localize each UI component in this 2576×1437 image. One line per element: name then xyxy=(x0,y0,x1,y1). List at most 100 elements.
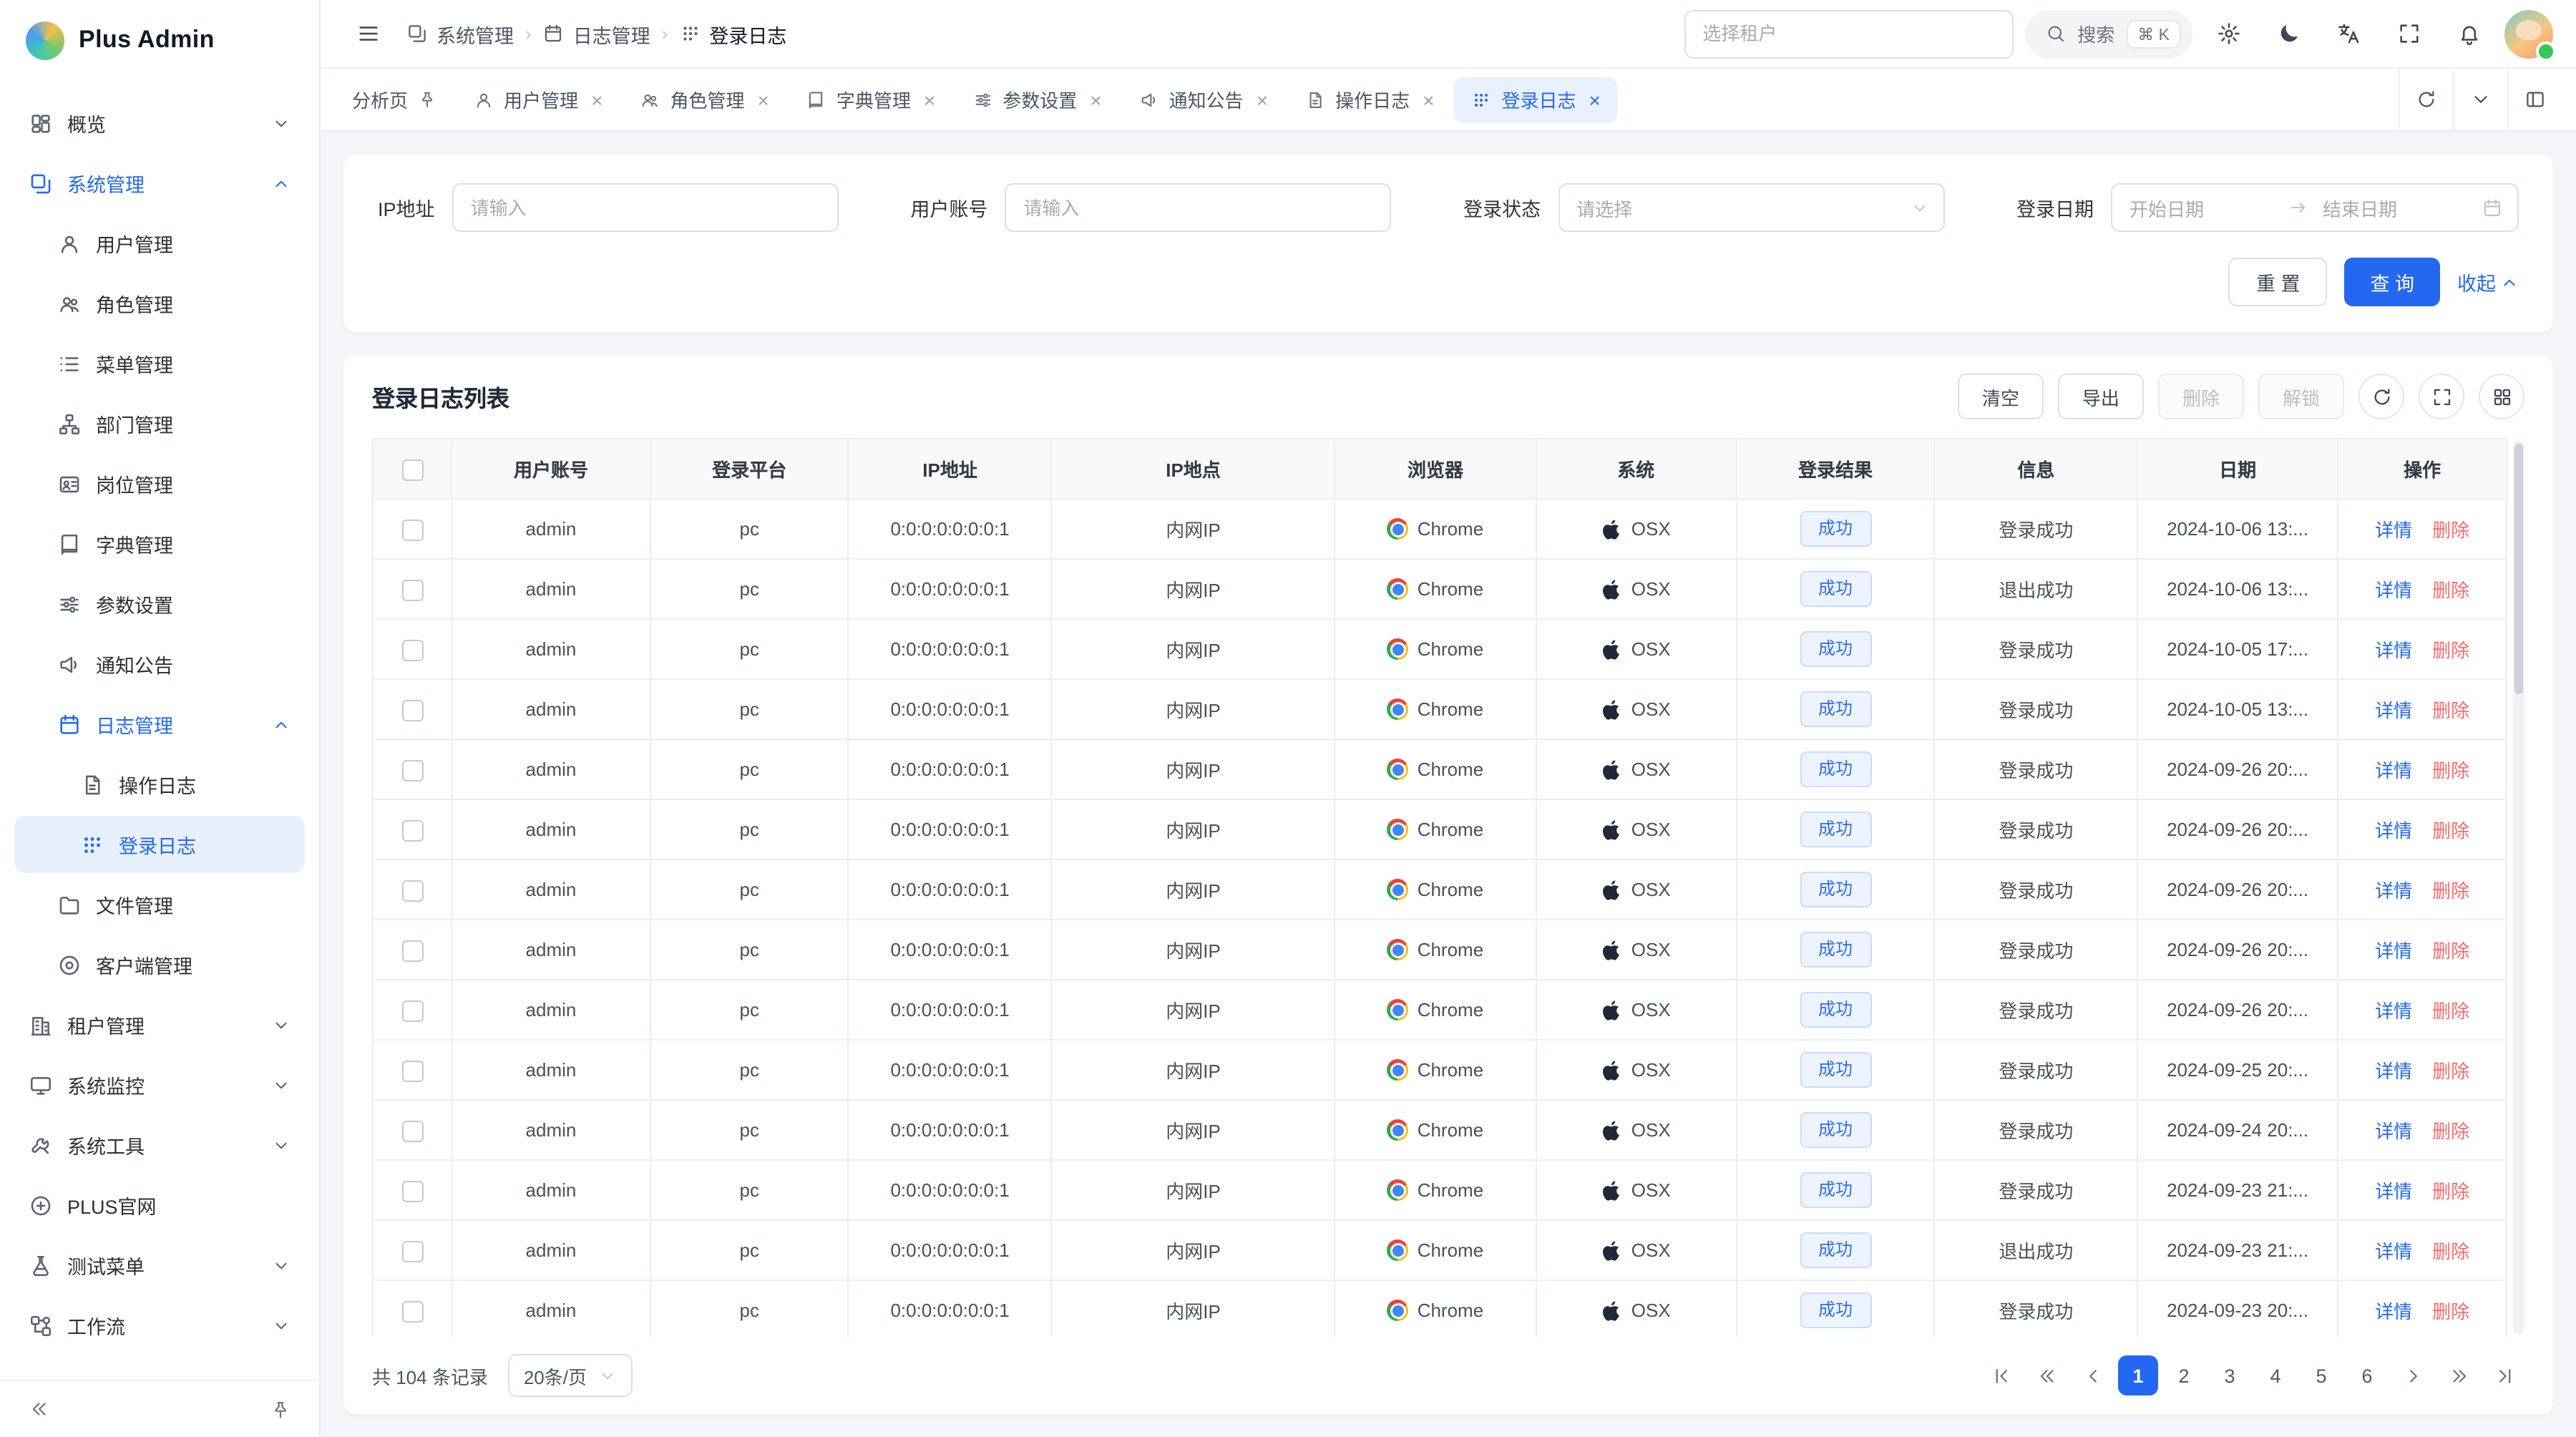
filter-select-status[interactable]: 请选择 xyxy=(1558,183,1944,232)
toolbar-export-button[interactable]: 导出 xyxy=(2058,374,2144,419)
row-checkbox[interactable] xyxy=(401,1120,423,1141)
delete-link[interactable]: 删除 xyxy=(2432,1061,2469,1082)
page-2-button[interactable]: 2 xyxy=(2164,1355,2204,1395)
sidebar-item-system-management[interactable]: 系统管理 xyxy=(14,155,305,212)
delete-link[interactable]: 删除 xyxy=(2432,520,2469,541)
tab-param-settings[interactable]: 参数设置× xyxy=(955,77,1118,122)
page-3-button[interactable]: 3 xyxy=(2210,1355,2250,1395)
sidebar-item-role-management[interactable]: 角色管理 xyxy=(14,275,305,332)
sidebar-item-system-tools[interactable]: 系统工具 xyxy=(14,1116,305,1174)
query-button[interactable]: 查 询 xyxy=(2344,258,2440,306)
sidebar-item-log-management[interactable]: 日志管理 xyxy=(14,696,305,753)
tab-role-management[interactable]: 角色管理× xyxy=(623,77,786,122)
table-refresh-button[interactable] xyxy=(2358,374,2404,419)
settings-button[interactable] xyxy=(2204,9,2253,58)
next-page-button[interactable] xyxy=(2393,1355,2433,1395)
row-checkbox[interactable] xyxy=(401,940,423,961)
toolbar-unlock-button[interactable]: 解锁 xyxy=(2258,374,2344,419)
tab-close-icon[interactable]: × xyxy=(1423,89,1434,109)
tab-login-log[interactable]: 登录日志× xyxy=(1454,77,1617,122)
tabs-refresh-button[interactable] xyxy=(2399,69,2453,130)
sidebar-item-file-management[interactable]: 文件管理 xyxy=(14,876,305,933)
sidebar-item-plus-website[interactable]: PLUS官网 xyxy=(14,1177,305,1234)
sidebar-item-dept-management[interactable]: 部门管理 xyxy=(14,395,305,452)
notifications-button[interactable] xyxy=(2444,9,2493,58)
row-checkbox[interactable] xyxy=(401,1180,423,1202)
page-6-button[interactable]: 6 xyxy=(2347,1355,2387,1395)
detail-link[interactable]: 详情 xyxy=(2375,580,2412,601)
detail-link[interactable]: 详情 xyxy=(2375,520,2412,541)
delete-link[interactable]: 删除 xyxy=(2432,1000,2469,1022)
tab-close-icon[interactable]: × xyxy=(924,89,935,109)
breadcrumb-item-1[interactable]: 日志管理 xyxy=(543,19,650,48)
delete-link[interactable]: 删除 xyxy=(2432,700,2469,721)
sidebar-item-system-monitor[interactable]: 系统监控 xyxy=(14,1056,305,1114)
select-all-checkbox[interactable] xyxy=(401,459,423,480)
menu-toggle-button[interactable] xyxy=(343,9,392,58)
last-page-button[interactable] xyxy=(2484,1355,2524,1395)
scrollbar-thumb[interactable] xyxy=(2514,444,2523,693)
row-checkbox[interactable] xyxy=(401,1000,423,1021)
sidebar-item-overview[interactable]: 概览 xyxy=(14,94,305,152)
detail-link[interactable]: 详情 xyxy=(2375,760,2412,781)
row-checkbox[interactable] xyxy=(401,1240,423,1262)
breadcrumb-item-0[interactable]: 系统管理 xyxy=(406,19,514,48)
row-checkbox[interactable] xyxy=(401,880,423,901)
detail-link[interactable]: 详情 xyxy=(2375,700,2412,721)
row-checkbox[interactable] xyxy=(401,819,423,841)
sidebar-item-client-management[interactable]: 客户端管理 xyxy=(14,936,305,993)
delete-link[interactable]: 删除 xyxy=(2432,1121,2469,1142)
tab-operation-log[interactable]: 操作日志× xyxy=(1288,77,1451,122)
tab-user-management[interactable]: 用户管理× xyxy=(457,77,620,122)
prev-page-button[interactable] xyxy=(2072,1355,2112,1395)
detail-link[interactable]: 详情 xyxy=(2375,880,2412,902)
page-size-select[interactable]: 20条/页 xyxy=(508,1354,633,1397)
toolbar-clear-button[interactable]: 清空 xyxy=(1958,374,2044,419)
detail-link[interactable]: 详情 xyxy=(2375,940,2412,962)
first-page-button[interactable] xyxy=(1981,1355,2021,1395)
sidebar-item-test-menu[interactable]: 测试菜单 xyxy=(14,1237,305,1294)
tabs-menu-button[interactable] xyxy=(2453,69,2507,130)
sidebar-item-post-management[interactable]: 岗位管理 xyxy=(14,455,305,512)
row-checkbox[interactable] xyxy=(401,579,423,600)
delete-link[interactable]: 删除 xyxy=(2432,640,2469,661)
fast-prev-button[interactable] xyxy=(2026,1355,2067,1395)
brand[interactable]: Plus Admin xyxy=(0,0,319,80)
sidebar-item-login-log[interactable]: 登录日志 xyxy=(14,816,305,873)
sidebar-item-param-settings[interactable]: 参数设置 xyxy=(14,575,305,633)
filter-input-ip[interactable] xyxy=(452,183,839,232)
row-checkbox[interactable] xyxy=(401,1300,423,1322)
delete-link[interactable]: 删除 xyxy=(2432,880,2469,902)
detail-link[interactable]: 详情 xyxy=(2375,1061,2412,1082)
tab-dict-management[interactable]: 字典管理× xyxy=(789,77,952,122)
sidebar-pin-button[interactable] xyxy=(262,1390,299,1428)
tenant-select[interactable] xyxy=(1684,9,2013,58)
sidebar-item-operation-log[interactable]: 操作日志 xyxy=(14,756,305,813)
tab-close-icon[interactable]: × xyxy=(1589,89,1601,109)
filter-daterange-date[interactable]: 开始日期结束日期 xyxy=(2111,183,2519,232)
page-5-button[interactable]: 5 xyxy=(2301,1355,2341,1395)
tab-analysis[interactable]: 分析页 xyxy=(335,77,454,122)
sidebar-item-user-management[interactable]: 用户管理 xyxy=(14,215,305,272)
row-checkbox[interactable] xyxy=(401,639,423,661)
dark-mode-button[interactable] xyxy=(2264,9,2313,58)
detail-link[interactable]: 详情 xyxy=(2375,1301,2412,1322)
row-checkbox[interactable] xyxy=(401,519,423,540)
sidebar-item-dict-management[interactable]: 字典管理 xyxy=(14,515,305,573)
delete-link[interactable]: 删除 xyxy=(2432,940,2469,962)
row-checkbox[interactable] xyxy=(401,759,423,781)
sidebar-item-notice[interactable]: 通知公告 xyxy=(14,635,305,693)
user-avatar[interactable] xyxy=(2504,9,2553,58)
delete-link[interactable]: 删除 xyxy=(2432,760,2469,781)
language-button[interactable] xyxy=(2324,9,2373,58)
toolbar-delete-button[interactable]: 删除 xyxy=(2158,374,2244,419)
row-checkbox[interactable] xyxy=(401,699,423,721)
delete-link[interactable]: 删除 xyxy=(2432,820,2469,842)
detail-link[interactable]: 详情 xyxy=(2375,640,2412,661)
tab-close-icon[interactable]: × xyxy=(591,89,602,109)
column-settings-button[interactable] xyxy=(2479,374,2524,419)
tab-close-icon[interactable]: × xyxy=(1257,89,1268,109)
detail-link[interactable]: 详情 xyxy=(2375,820,2412,842)
page-4-button[interactable]: 4 xyxy=(2255,1355,2296,1395)
detail-link[interactable]: 详情 xyxy=(2375,1121,2412,1142)
